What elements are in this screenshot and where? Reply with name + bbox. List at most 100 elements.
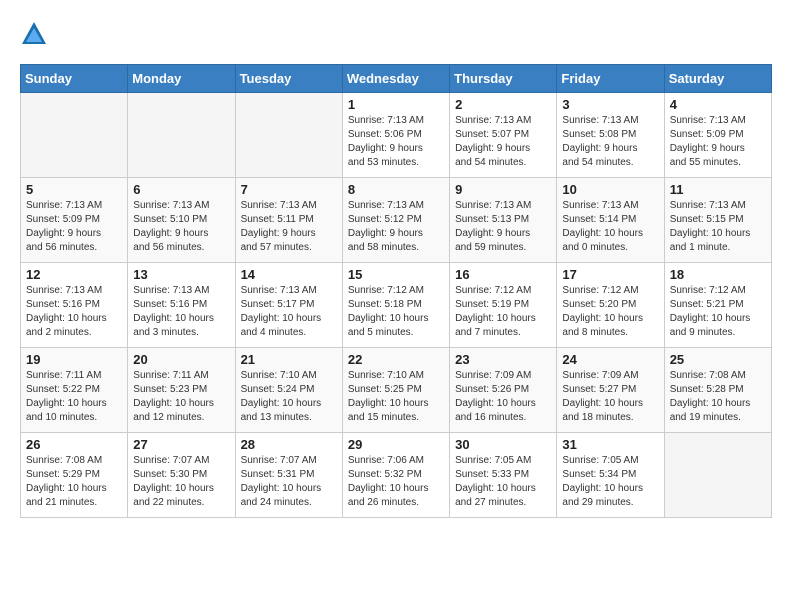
day-number-16: 16 — [455, 267, 551, 282]
day-content-28: Sunrise: 7:07 AM Sunset: 5:31 PM Dayligh… — [241, 454, 337, 510]
day-number-20: 20 — [133, 352, 229, 367]
day-cell-21: 21 Sunrise: 7:10 AM Sunset: 5:24 PM Dayli… — [235, 348, 342, 433]
day-cell-25: 25 Sunrise: 7:08 AM Sunset: 5:28 PM Dayli… — [664, 348, 771, 433]
logo — [20, 20, 52, 48]
day-number-3: 3 — [562, 97, 658, 112]
day-content-24: Sunrise: 7:09 AM Sunset: 5:27 PM Dayligh… — [562, 369, 658, 425]
day-number-24: 24 — [562, 352, 658, 367]
day-cell-8: 8 Sunrise: 7:13 AM Sunset: 5:12 PM Daylig… — [342, 178, 449, 263]
day-content-20: Sunrise: 7:11 AM Sunset: 5:23 PM Dayligh… — [133, 369, 229, 425]
day-number-28: 28 — [241, 437, 337, 452]
day-number-5: 5 — [26, 182, 122, 197]
day-number-23: 23 — [455, 352, 551, 367]
day-cell-2: 2Sunrise: 7:13 AM Sunset: 5:07 PM Daylig… — [450, 93, 557, 178]
day-content-15: Sunrise: 7:12 AM Sunset: 5:18 PM Dayligh… — [348, 284, 444, 340]
day-number-7: 7 — [241, 182, 337, 197]
day-content-25: Sunrise: 7:08 AM Sunset: 5:28 PM Dayligh… — [670, 369, 766, 425]
day-cell-5: 5 Sunrise: 7:13 AM Sunset: 5:09 PM Daylig… — [21, 178, 128, 263]
day-content-9: Sunrise: 7:13 AM Sunset: 5:13 PM Dayligh… — [455, 199, 551, 255]
day-number-8: 8 — [348, 182, 444, 197]
day-content-14: Sunrise: 7:13 AM Sunset: 5:17 PM Dayligh… — [241, 284, 337, 340]
day-number-15: 15 — [348, 267, 444, 282]
weekday-header-wednesday: Wednesday — [342, 65, 449, 93]
day-cell-27: 27 Sunrise: 7:07 AM Sunset: 5:30 PM Dayli… — [128, 433, 235, 518]
day-number-11: 11 — [670, 182, 766, 197]
day-cell-30: 30Sunrise: 7:05 AM Sunset: 5:33 PM Dayli… — [450, 433, 557, 518]
day-number-1: 1 — [348, 97, 444, 112]
day-number-25: 25 — [670, 352, 766, 367]
day-cell-19: 19 Sunrise: 7:11 AM Sunset: 5:22 PM Dayli… — [21, 348, 128, 433]
day-content-21: Sunrise: 7:10 AM Sunset: 5:24 PM Dayligh… — [241, 369, 337, 425]
day-number-12: 12 — [26, 267, 122, 282]
weekday-header-thursday: Thursday — [450, 65, 557, 93]
day-number-22: 22 — [348, 352, 444, 367]
day-content-13: Sunrise: 7:13 AM Sunset: 5:16 PM Dayligh… — [133, 284, 229, 340]
day-number-2: 2 — [455, 97, 551, 112]
day-content-29: Sunrise: 7:06 AM Sunset: 5:32 PM Dayligh… — [348, 454, 444, 510]
day-content-27: Sunrise: 7:07 AM Sunset: 5:30 PM Dayligh… — [133, 454, 229, 510]
day-number-14: 14 — [241, 267, 337, 282]
day-content-10: Sunrise: 7:13 AM Sunset: 5:14 PM Dayligh… — [562, 199, 658, 255]
day-cell-15: 15 Sunrise: 7:12 AM Sunset: 5:18 PM Dayli… — [342, 263, 449, 348]
day-cell-29: 29 Sunrise: 7:06 AM Sunset: 5:32 PM Dayli… — [342, 433, 449, 518]
day-content-5: Sunrise: 7:13 AM Sunset: 5:09 PM Dayligh… — [26, 199, 122, 255]
day-cell-23: 23 Sunrise: 7:09 AM Sunset: 5:26 PM Dayli… — [450, 348, 557, 433]
day-cell-14: 14 Sunrise: 7:13 AM Sunset: 5:17 PM Dayli… — [235, 263, 342, 348]
day-cell-9: 9 Sunrise: 7:13 AM Sunset: 5:13 PM Daylig… — [450, 178, 557, 263]
day-content-11: Sunrise: 7:13 AM Sunset: 5:15 PM Dayligh… — [670, 199, 766, 255]
empty-cell — [235, 93, 342, 178]
logo-icon — [20, 20, 48, 48]
day-number-4: 4 — [670, 97, 766, 112]
day-cell-3: 3 Sunrise: 7:13 AM Sunset: 5:08 PM Daylig… — [557, 93, 664, 178]
day-number-27: 27 — [133, 437, 229, 452]
day-cell-6: 6 Sunrise: 7:13 AM Sunset: 5:10 PM Daylig… — [128, 178, 235, 263]
day-cell-26: 26Sunrise: 7:08 AM Sunset: 5:29 PM Dayli… — [21, 433, 128, 518]
day-content-12: Sunrise: 7:13 AM Sunset: 5:16 PM Dayligh… — [26, 284, 122, 340]
day-content-31: Sunrise: 7:05 AM Sunset: 5:34 PM Dayligh… — [562, 454, 658, 510]
day-content-23: Sunrise: 7:09 AM Sunset: 5:26 PM Dayligh… — [455, 369, 551, 425]
day-content-16: Sunrise: 7:12 AM Sunset: 5:19 PM Dayligh… — [455, 284, 551, 340]
day-cell-7: 7 Sunrise: 7:13 AM Sunset: 5:11 PM Daylig… — [235, 178, 342, 263]
week-row-1: 1 Sunrise: 7:13 AM Sunset: 5:06 PM Daylig… — [21, 93, 772, 178]
week-row-3: 12 Sunrise: 7:13 AM Sunset: 5:16 PM Dayli… — [21, 263, 772, 348]
weekday-header-saturday: Saturday — [664, 65, 771, 93]
day-content-26: Sunrise: 7:08 AM Sunset: 5:29 PM Dayligh… — [26, 454, 122, 510]
day-content-19: Sunrise: 7:11 AM Sunset: 5:22 PM Dayligh… — [26, 369, 122, 425]
day-number-31: 31 — [562, 437, 658, 452]
weekday-header-tuesday: Tuesday — [235, 65, 342, 93]
day-cell-31: 31 Sunrise: 7:05 AM Sunset: 5:34 PM Dayli… — [557, 433, 664, 518]
day-number-29: 29 — [348, 437, 444, 452]
day-content-6: Sunrise: 7:13 AM Sunset: 5:10 PM Dayligh… — [133, 199, 229, 255]
day-content-8: Sunrise: 7:13 AM Sunset: 5:12 PM Dayligh… — [348, 199, 444, 255]
empty-cell — [21, 93, 128, 178]
day-content-7: Sunrise: 7:13 AM Sunset: 5:11 PM Dayligh… — [241, 199, 337, 255]
day-content-3: Sunrise: 7:13 AM Sunset: 5:08 PM Dayligh… — [562, 114, 658, 170]
day-cell-12: 12 Sunrise: 7:13 AM Sunset: 5:16 PM Dayli… — [21, 263, 128, 348]
day-cell-17: 17 Sunrise: 7:12 AM Sunset: 5:20 PM Dayli… — [557, 263, 664, 348]
weekday-header-friday: Friday — [557, 65, 664, 93]
empty-cell — [664, 433, 771, 518]
day-cell-4: 4 Sunrise: 7:13 AM Sunset: 5:09 PM Daylig… — [664, 93, 771, 178]
day-cell-11: 11 Sunrise: 7:13 AM Sunset: 5:15 PM Dayli… — [664, 178, 771, 263]
day-number-21: 21 — [241, 352, 337, 367]
day-cell-16: 16 Sunrise: 7:12 AM Sunset: 5:19 PM Dayli… — [450, 263, 557, 348]
day-content-1: Sunrise: 7:13 AM Sunset: 5:06 PM Dayligh… — [348, 114, 444, 170]
day-number-19: 19 — [26, 352, 122, 367]
day-content-17: Sunrise: 7:12 AM Sunset: 5:20 PM Dayligh… — [562, 284, 658, 340]
day-cell-18: 18Sunrise: 7:12 AM Sunset: 5:21 PM Dayli… — [664, 263, 771, 348]
day-cell-13: 13Sunrise: 7:13 AM Sunset: 5:16 PM Dayli… — [128, 263, 235, 348]
week-row-5: 26Sunrise: 7:08 AM Sunset: 5:29 PM Dayli… — [21, 433, 772, 518]
day-content-18: Sunrise: 7:12 AM Sunset: 5:21 PM Dayligh… — [670, 284, 766, 340]
day-cell-10: 10Sunrise: 7:13 AM Sunset: 5:14 PM Dayli… — [557, 178, 664, 263]
day-number-17: 17 — [562, 267, 658, 282]
day-content-4: Sunrise: 7:13 AM Sunset: 5:09 PM Dayligh… — [670, 114, 766, 170]
weekday-header-row: SundayMondayTuesdayWednesdayThursdayFrid… — [21, 65, 772, 93]
empty-cell — [128, 93, 235, 178]
header — [20, 20, 772, 48]
weekday-header-sunday: Sunday — [21, 65, 128, 93]
week-row-2: 5 Sunrise: 7:13 AM Sunset: 5:09 PM Daylig… — [21, 178, 772, 263]
day-number-9: 9 — [455, 182, 551, 197]
day-cell-28: 28 Sunrise: 7:07 AM Sunset: 5:31 PM Dayli… — [235, 433, 342, 518]
day-content-22: Sunrise: 7:10 AM Sunset: 5:25 PM Dayligh… — [348, 369, 444, 425]
day-number-6: 6 — [133, 182, 229, 197]
